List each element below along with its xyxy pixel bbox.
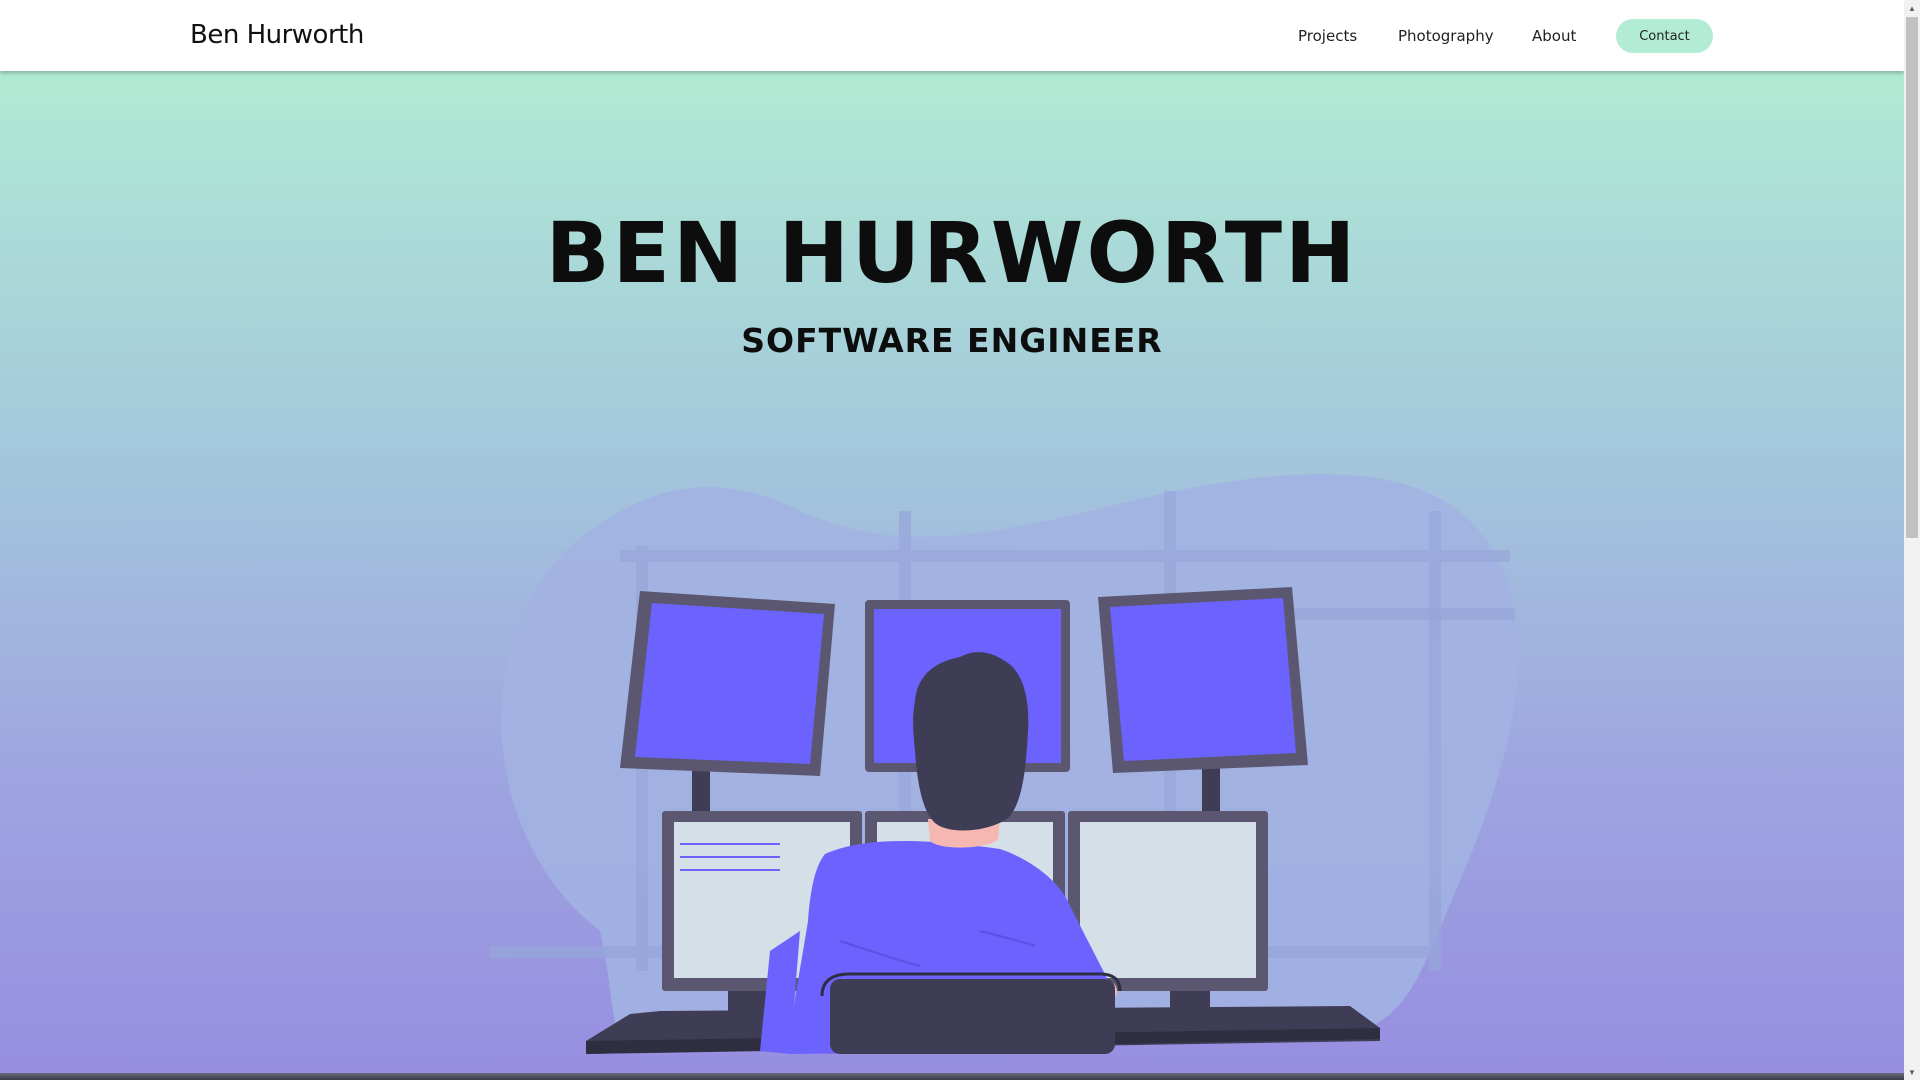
hero-subtitle: SOFTWARE ENGINEER <box>741 321 1163 360</box>
top-navbar: Ben Hurworth Projects Photography About … <box>0 0 1904 71</box>
scrollbar-thumb[interactable] <box>1906 17 1918 538</box>
nav-link-projects[interactable]: Projects <box>1298 27 1357 45</box>
nav-link-about[interactable]: About <box>1532 27 1576 45</box>
hero-title: BEN HURWORTH <box>545 204 1359 302</box>
scroll-up-arrow-icon[interactable]: ▲ <box>1904 0 1920 16</box>
nav-link-photography[interactable]: Photography <box>1398 27 1494 45</box>
hero-section: BEN HURWORTH SOFTWARE ENGINEER <box>0 71 1904 1073</box>
page-viewport: Ben Hurworth Projects Photography About … <box>0 0 1904 1080</box>
vertical-scrollbar[interactable]: ▲ ▼ <box>1904 0 1920 1080</box>
bottom-edge-shadow <box>0 1073 1904 1080</box>
contact-button[interactable]: Contact <box>1616 19 1713 53</box>
programmer-illustration-icon <box>490 474 1519 1054</box>
scroll-down-arrow-icon[interactable]: ▼ <box>1904 1064 1920 1080</box>
brand-logo-text[interactable]: Ben Hurworth <box>190 20 364 50</box>
